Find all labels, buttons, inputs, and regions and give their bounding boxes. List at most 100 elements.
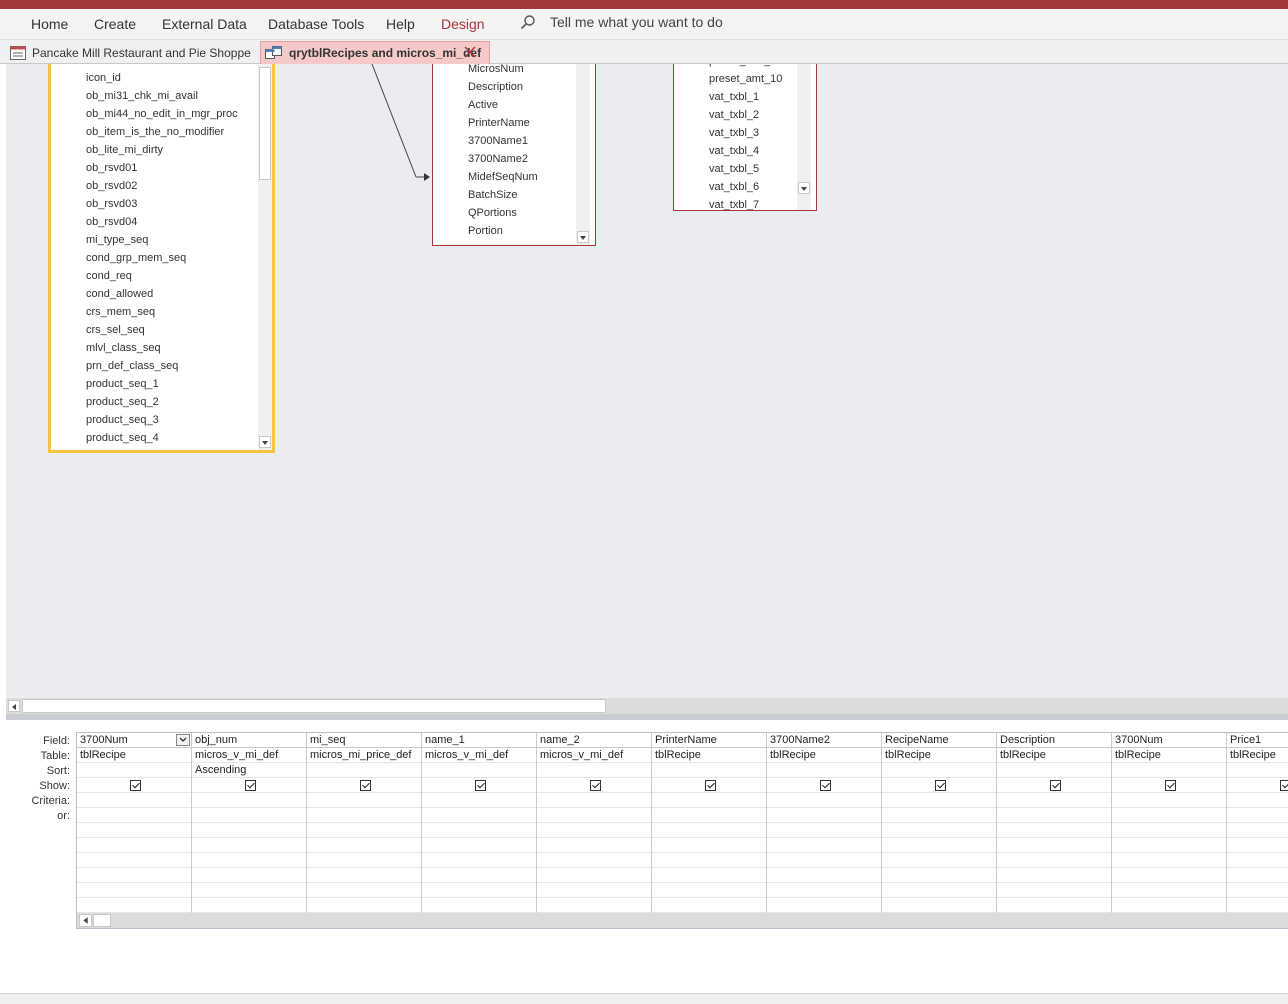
or-cell[interactable] — [192, 808, 306, 823]
or-cell[interactable] — [997, 808, 1111, 823]
scroll-thumb[interactable] — [93, 914, 111, 927]
table-field[interactable]: vat_txbl_6 — [709, 181, 759, 193]
or-cell[interactable] — [882, 853, 996, 868]
table-field[interactable]: Active — [468, 99, 498, 111]
or-cell[interactable] — [422, 868, 536, 883]
or-cell[interactable] — [192, 898, 306, 913]
scroll-thumb[interactable] — [22, 699, 606, 713]
field-cell[interactable]: Price1 — [1227, 733, 1288, 748]
or-cell[interactable] — [192, 883, 306, 898]
or-cell[interactable] — [882, 898, 996, 913]
show-cell[interactable] — [1112, 778, 1226, 793]
or-cell[interactable] — [652, 883, 766, 898]
grid-column[interactable]: Description tblRecipe — [997, 733, 1112, 928]
or-cell[interactable] — [652, 838, 766, 853]
or-cell[interactable] — [882, 868, 996, 883]
table-cell[interactable]: micros_v_mi_def — [537, 748, 651, 763]
show-checkbox[interactable] — [360, 780, 371, 791]
or-cell[interactable] — [192, 823, 306, 838]
table-field[interactable]: cond_grp_mem_seq — [86, 252, 186, 264]
close-icon[interactable] — [463, 45, 477, 59]
table-field[interactable]: PrinterName — [468, 117, 530, 129]
table-cell[interactable]: micros_v_mi_def — [192, 748, 306, 763]
or-cell[interactable] — [997, 868, 1111, 883]
table-cell[interactable]: tblRecipe — [1112, 748, 1226, 763]
or-cell[interactable] — [1112, 853, 1226, 868]
table-field[interactable]: ob_rsvd01 — [86, 162, 137, 174]
show-checkbox[interactable] — [1165, 780, 1176, 791]
or-cell[interactable] — [537, 838, 651, 853]
field-cell[interactable]: 3700Num — [77, 733, 191, 748]
show-checkbox[interactable] — [705, 780, 716, 791]
grid-column[interactable]: 3700Name2 tblRecipe — [767, 733, 882, 928]
or-cell[interactable] — [1112, 898, 1226, 913]
query-design-grid[interactable]: 3700Num tblRecipe obj_num micros_v_mi_def As… — [76, 732, 1288, 929]
show-checkbox[interactable] — [130, 780, 141, 791]
table-cell[interactable]: tblRecipe — [1227, 748, 1288, 763]
or-cell[interactable] — [997, 838, 1111, 853]
table-field[interactable]: preset_amt_10 — [709, 73, 782, 85]
show-cell[interactable] — [422, 778, 536, 793]
criteria-cell[interactable] — [767, 793, 881, 808]
table-field[interactable]: cond_allowed — [86, 288, 153, 300]
or-cell[interactable] — [1227, 868, 1288, 883]
table-field[interactable]: QPortions — [468, 207, 517, 219]
or-cell[interactable] — [1112, 808, 1226, 823]
or-cell[interactable] — [997, 853, 1111, 868]
chevron-down-icon[interactable] — [259, 436, 271, 448]
table-field[interactable]: 3700Name1 — [468, 135, 528, 147]
table-micros-mi-price-def[interactable]: preset_amt_9 preset_amt_10 vat_txbl_1 vat_t… — [673, 64, 817, 211]
or-cell[interactable] — [537, 883, 651, 898]
table-field[interactable]: ob_mi44_no_edit_in_mgr_proc — [86, 108, 238, 120]
or-cell[interactable] — [997, 898, 1111, 913]
tab-create[interactable]: Create — [94, 16, 136, 32]
tab-database-tools[interactable]: Database Tools — [268, 16, 364, 32]
sort-cell[interactable] — [652, 763, 766, 778]
table-field[interactable]: vat_txbl_7 — [709, 199, 759, 210]
table-field[interactable]: crs_mem_seq — [86, 306, 155, 318]
or-cell[interactable] — [307, 853, 421, 868]
table-field[interactable]: MidefSeqNum — [468, 171, 538, 183]
or-cell[interactable] — [652, 868, 766, 883]
table-field[interactable]: icon_id — [86, 72, 121, 84]
or-cell[interactable] — [77, 808, 191, 823]
grid-column[interactable]: PrinterName tblRecipe — [652, 733, 767, 928]
or-cell[interactable] — [307, 838, 421, 853]
table-field[interactable]: vat_txbl_4 — [709, 145, 759, 157]
table-field[interactable]: product_seq_4 — [86, 432, 159, 444]
sort-cell[interactable] — [422, 763, 536, 778]
or-cell[interactable] — [882, 808, 996, 823]
or-cell[interactable] — [307, 868, 421, 883]
table-field[interactable]: vat_txbl_2 — [709, 109, 759, 121]
or-cell[interactable] — [767, 898, 881, 913]
table-scrollbar[interactable] — [576, 64, 590, 245]
table-micros-mi-def[interactable]: icon_id ob_mi31_chk_mi_avail ob_mi44_no_ed… — [48, 64, 275, 453]
grid-horizontal-scrollbar[interactable] — [77, 913, 1288, 928]
scroll-thumb[interactable] — [259, 67, 271, 180]
grid-column[interactable]: mi_seq micros_mi_price_def — [307, 733, 422, 928]
table-cell[interactable]: micros_mi_price_def — [307, 748, 421, 763]
or-cell[interactable] — [77, 883, 191, 898]
sort-cell[interactable]: Ascending — [192, 763, 306, 778]
table-cell[interactable]: tblRecipe — [997, 748, 1111, 763]
table-field[interactable]: 3700Name2 — [468, 153, 528, 165]
criteria-cell[interactable] — [307, 793, 421, 808]
show-checkbox[interactable] — [1280, 780, 1288, 791]
show-checkbox[interactable] — [590, 780, 601, 791]
or-cell[interactable] — [1112, 883, 1226, 898]
or-cell[interactable] — [882, 838, 996, 853]
table-field[interactable]: BatchSize — [468, 189, 518, 201]
or-cell[interactable] — [422, 823, 536, 838]
sort-cell[interactable] — [77, 763, 191, 778]
or-cell[interactable] — [652, 853, 766, 868]
tell-me-search[interactable]: Tell me what you want to do — [520, 14, 723, 30]
table-cell[interactable]: micros_v_mi_def — [422, 748, 536, 763]
show-cell[interactable] — [767, 778, 881, 793]
criteria-cell[interactable] — [1227, 793, 1288, 808]
or-cell[interactable] — [537, 853, 651, 868]
or-cell[interactable] — [767, 883, 881, 898]
or-cell[interactable] — [77, 838, 191, 853]
or-cell[interactable] — [422, 808, 536, 823]
show-cell[interactable] — [307, 778, 421, 793]
or-cell[interactable] — [77, 898, 191, 913]
